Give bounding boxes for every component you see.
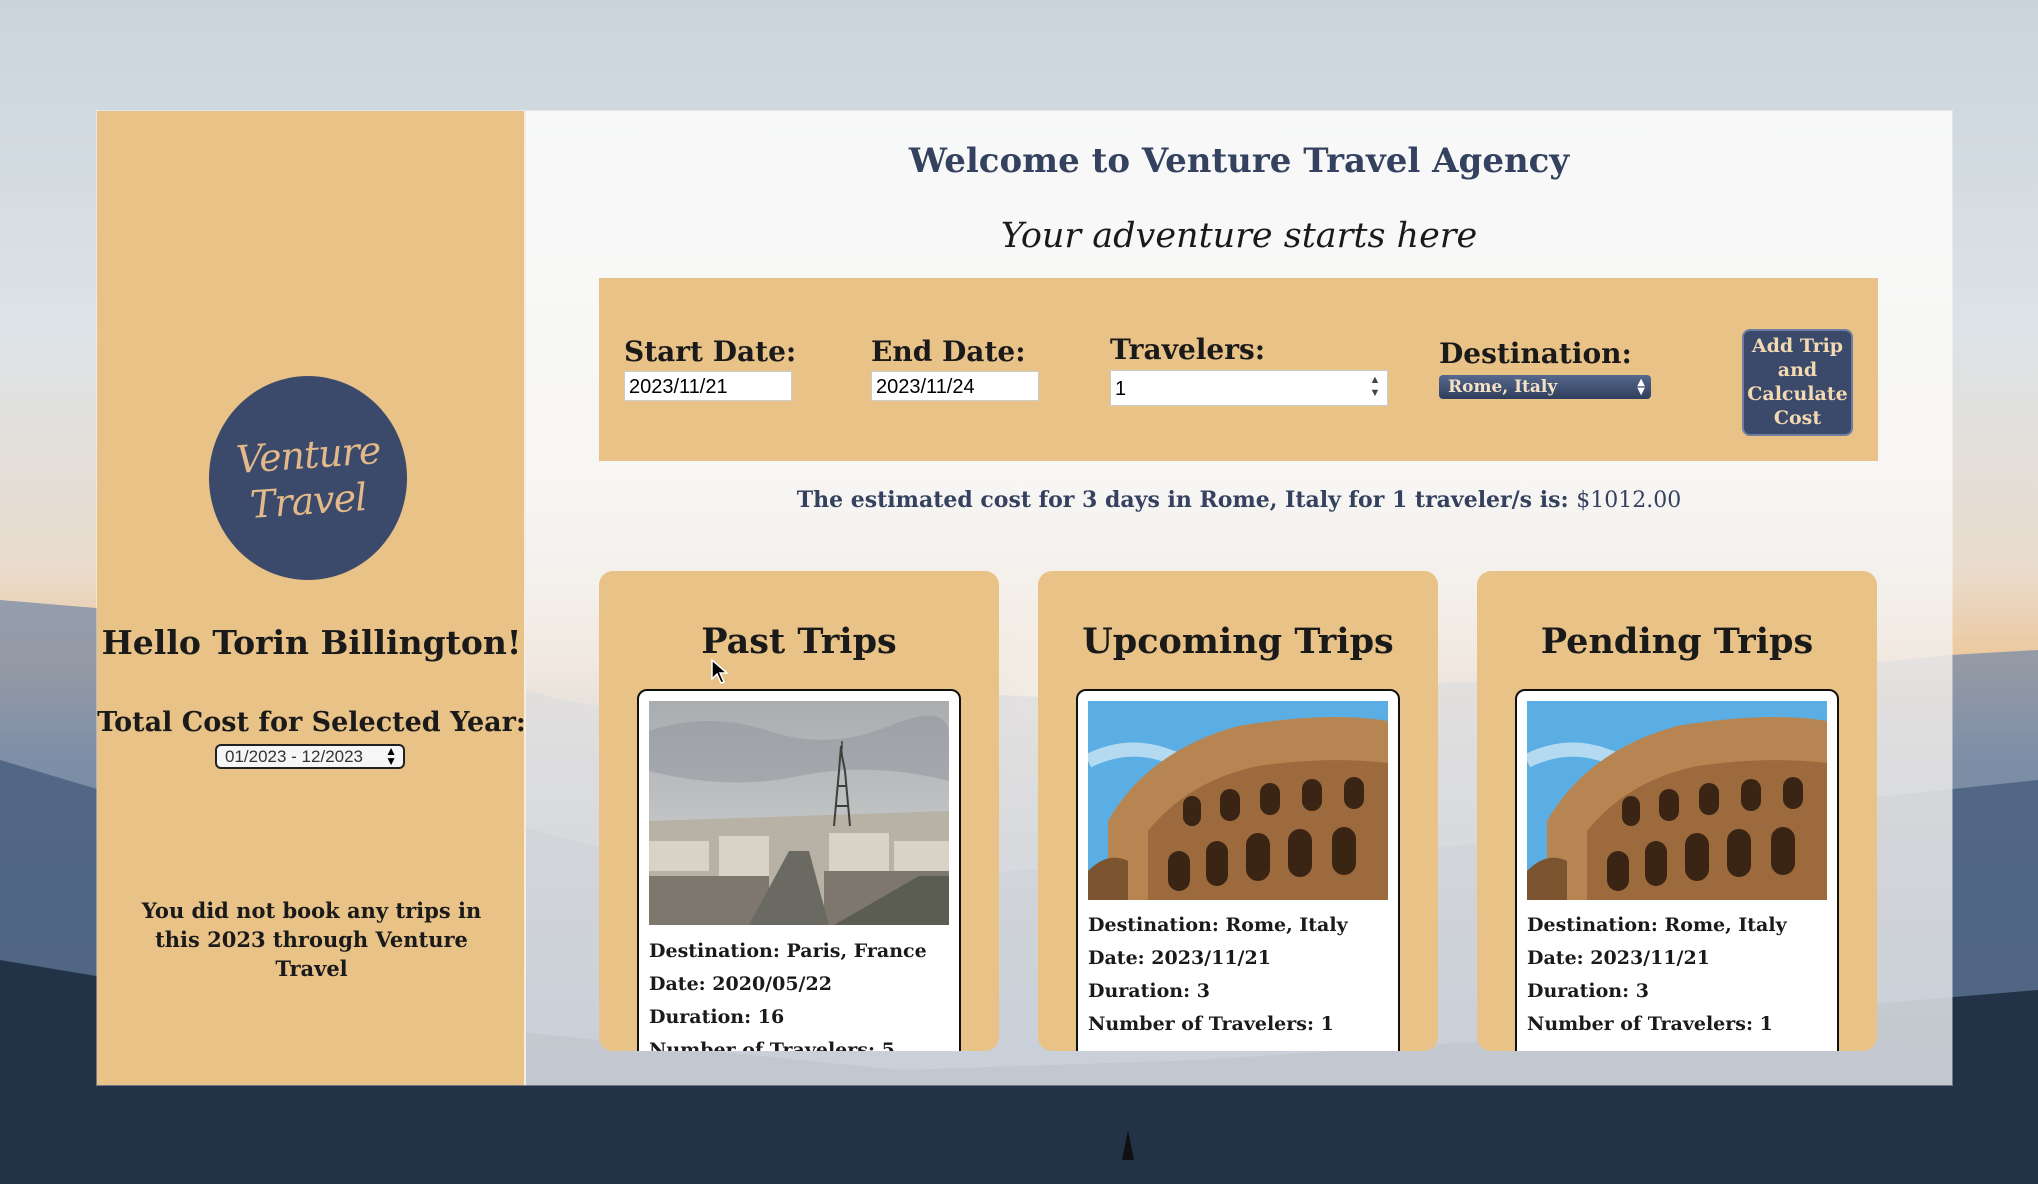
trip-date: Date: 2023/11/21 — [1088, 947, 1271, 969]
page-tagline: Your adventure starts here — [1000, 216, 1478, 256]
trip-duration: Duration: 3 — [1088, 980, 1210, 1002]
trip-travelers: Number of Travelers: 1 — [1527, 1013, 1773, 1035]
select-arrows-icon: ▲ ▼ — [385, 744, 397, 768]
year-range-select[interactable]: 01/2023 - 12/2023 ▲ ▼ — [215, 744, 405, 769]
trip-duration: Duration: 16 — [649, 1006, 785, 1028]
end-date-input[interactable]: 2023/11/24 — [871, 371, 1039, 401]
logo-text-line2: Travel — [248, 474, 368, 528]
colosseum-photo — [1527, 701, 1827, 900]
trip-card[interactable]: Destination: Rome, Italy Date: 2023/11/2… — [1076, 689, 1400, 1051]
trip-duration: Duration: 3 — [1527, 980, 1649, 1002]
trip-date: Date: 2020/05/22 — [649, 973, 832, 995]
trip-destination: Destination: Paris, France — [649, 940, 927, 962]
sidebar: Venture Travel Hello Torin Billington! T… — [97, 111, 526, 1085]
eiffel-tower-photo — [649, 701, 949, 925]
trip-form: Start Date: 2023/11/21 End Date: 2023/11… — [599, 278, 1878, 461]
panel-title: Past Trips — [701, 621, 897, 662]
pending-trips-panel: Pending Trips Destination: Rome, Italy D… — [1477, 571, 1877, 1051]
destination-value: Rome, Italy — [1448, 377, 1558, 397]
trip-details: Destination: Rome, Italy Date: 2023/11/2… — [1527, 909, 1827, 1041]
past-trips-panel: Past Trips Destination: Paris, France Da… — [599, 571, 999, 1051]
estimate-text: The estimated cost for 3 days in Rome, I… — [796, 487, 1569, 513]
estimate-amount: $1012.00 — [1576, 488, 1682, 513]
panel-title: Upcoming Trips — [1082, 621, 1394, 662]
start-date-label: Start Date: — [624, 335, 797, 368]
trip-date: Date: 2023/11/21 — [1527, 947, 1710, 969]
panel-title: Pending Trips — [1540, 621, 1814, 662]
destination-select[interactable]: Rome, Italy ▲ ▼ — [1439, 375, 1651, 399]
travelers-value: 1 — [1115, 378, 1127, 400]
year-range-value: 01/2023 - 12/2023 — [225, 747, 364, 766]
page-title: Welcome to Venture Travel Agency — [908, 141, 1570, 181]
upcoming-trips-panel: Upcoming Trips Destination: Rome, Italy … — [1038, 571, 1438, 1051]
trip-destination: Destination: Rome, Italy — [1527, 914, 1787, 936]
cost-estimate: The estimated cost for 3 days in Rome, I… — [526, 487, 1952, 513]
colosseum-photo — [1088, 701, 1388, 900]
select-arrows-icon: ▲ ▼ — [1637, 377, 1645, 397]
main-content: Welcome to Venture Travel Agency Your ad… — [526, 111, 1952, 1085]
start-date-input[interactable]: 2023/11/21 — [624, 371, 792, 401]
add-trip-button[interactable]: Add Trip and Calculate Cost — [1742, 329, 1853, 436]
trip-destination: Destination: Rome, Italy — [1088, 914, 1348, 936]
mouse-cursor-icon — [711, 659, 729, 684]
no-trips-message: You did not book any trips in this 2023 … — [141, 898, 482, 981]
trip-details: Destination: Rome, Italy Date: 2023/11/2… — [1088, 909, 1388, 1041]
trip-travelers: Number of Travelers: 5 — [649, 1039, 895, 1051]
travelers-input[interactable]: 1 ▲ ▼ — [1110, 370, 1388, 406]
trip-details: Destination: Paris, France Date: 2020/05… — [649, 935, 949, 1051]
trip-card[interactable]: Destination: Rome, Italy Date: 2023/11/2… — [1515, 689, 1839, 1051]
total-cost-label: Total Cost for Selected Year: — [97, 707, 526, 738]
user-greeting: Hello Torin Billington! — [101, 623, 522, 662]
number-stepper-icon[interactable]: ▲ ▼ — [1367, 374, 1383, 404]
end-date-label: End Date: — [871, 335, 1026, 368]
travelers-label: Travelers: — [1110, 333, 1266, 366]
trip-card[interactable]: Destination: Paris, France Date: 2020/05… — [637, 689, 961, 1051]
destination-label: Destination: — [1439, 337, 1632, 370]
venture-travel-logo: Venture Travel — [209, 376, 407, 580]
app-window: Venture Travel Hello Torin Billington! T… — [97, 111, 1952, 1085]
trip-travelers: Number of Travelers: 1 — [1088, 1013, 1334, 1035]
